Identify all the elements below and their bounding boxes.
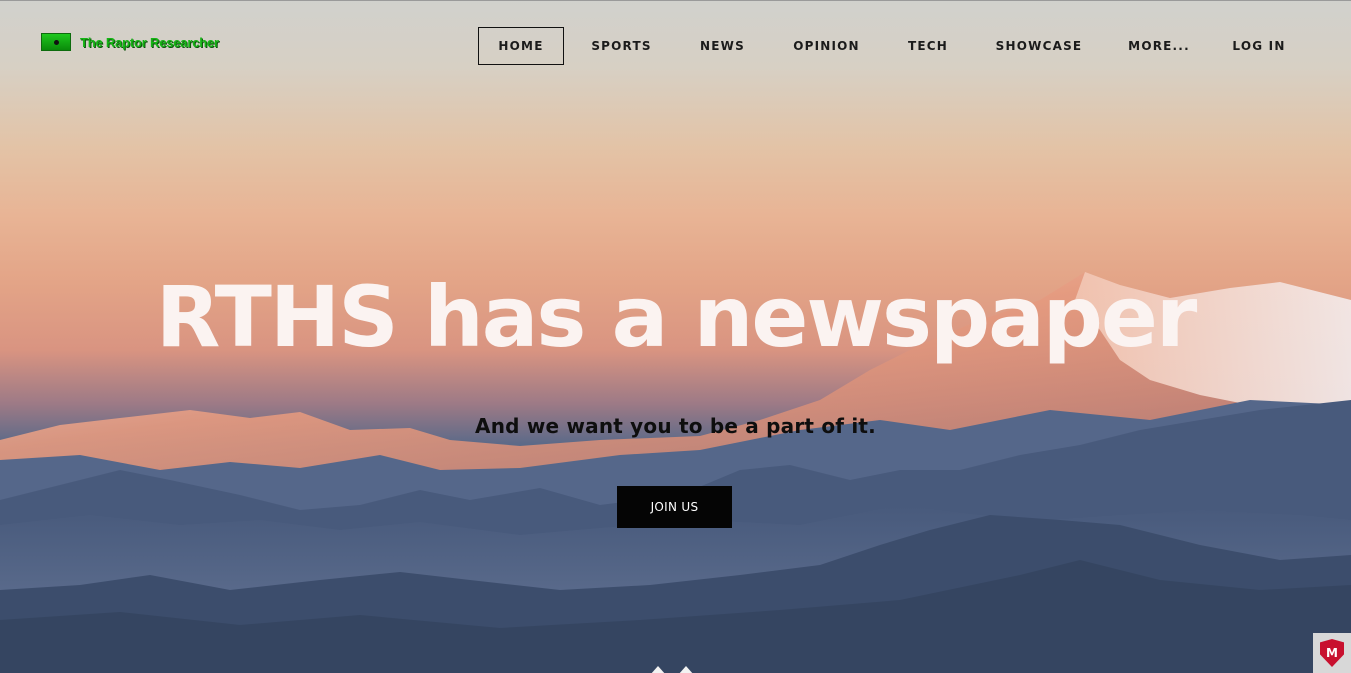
nav-item-more[interactable]: MORE... <box>1109 27 1209 65</box>
nav-item-home[interactable]: HOME <box>478 27 564 65</box>
security-shield-icon: M <box>1320 639 1344 667</box>
site-logo[interactable]: The Raptor Researcher <box>41 33 219 51</box>
site-title[interactable]: The Raptor Researcher <box>80 35 219 50</box>
top-border <box>0 0 1351 1</box>
main-navigation: HOME SPORTS NEWS OPINION TECH SHOWCASE M… <box>478 27 1309 65</box>
nav-item-tech[interactable]: TECH <box>887 27 969 65</box>
nav-item-opinion[interactable]: OPINION <box>766 27 887 65</box>
nav-item-showcase[interactable]: SHOWCASE <box>969 27 1109 65</box>
chevron-down-icon[interactable] <box>648 663 702 673</box>
raptor-logo-icon <box>41 33 71 51</box>
nav-item-news[interactable]: NEWS <box>679 27 766 65</box>
hero-subheadline: And we want you to be a part of it. <box>475 414 876 438</box>
join-us-button[interactable]: JOIN US <box>617 486 732 528</box>
hero-headline: RTHS has a newspaper <box>155 268 1198 366</box>
nav-item-login[interactable]: LOG IN <box>1209 27 1309 65</box>
security-badge[interactable]: M <box>1313 633 1351 673</box>
nav-item-sports[interactable]: SPORTS <box>564 27 679 65</box>
